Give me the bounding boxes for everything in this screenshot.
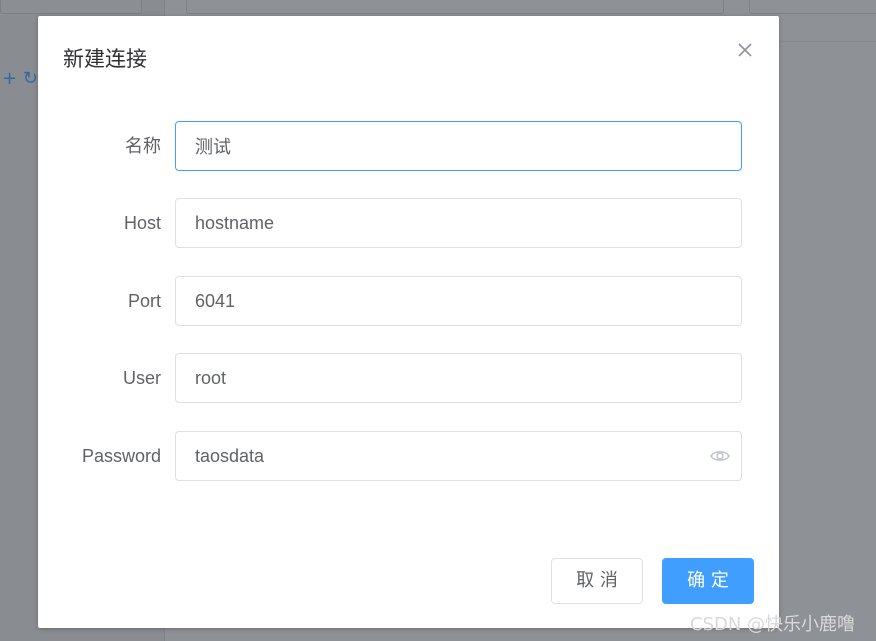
form-row-host: Host bbox=[38, 198, 779, 248]
close-icon[interactable] bbox=[735, 40, 755, 60]
password-input[interactable] bbox=[175, 431, 742, 481]
port-label: Port bbox=[127, 291, 161, 311]
new-connection-dialog: 新建连接 名称 Host Port User Password 取 消 确 定 bbox=[38, 16, 779, 628]
user-input[interactable] bbox=[175, 353, 742, 403]
host-label: Host bbox=[123, 213, 161, 233]
form-row-password: Password bbox=[38, 431, 779, 481]
password-label: Password bbox=[81, 446, 161, 466]
background-search-box bbox=[186, 0, 724, 14]
watermark: CSDN @快乐小鹿噜 bbox=[690, 614, 856, 635]
confirm-button[interactable]: 确 定 bbox=[662, 558, 754, 604]
cancel-button[interactable]: 取 消 bbox=[551, 558, 643, 604]
name-label: 名称 bbox=[125, 136, 161, 156]
dialog-title: 新建连接 bbox=[63, 47, 147, 71]
form-row-name: 名称 bbox=[38, 121, 779, 171]
background-sidebar-button bbox=[0, 0, 142, 14]
user-label: User bbox=[122, 368, 161, 388]
name-input[interactable] bbox=[175, 121, 742, 171]
background-action-box bbox=[749, 0, 876, 14]
port-input[interactable] bbox=[175, 276, 742, 326]
eye-icon[interactable] bbox=[709, 446, 731, 466]
background-toolbar-icons: + ↻ bbox=[2, 68, 38, 89]
form-row-port: Port bbox=[38, 276, 779, 326]
form-row-user: User bbox=[38, 353, 779, 403]
host-input[interactable] bbox=[175, 198, 742, 248]
